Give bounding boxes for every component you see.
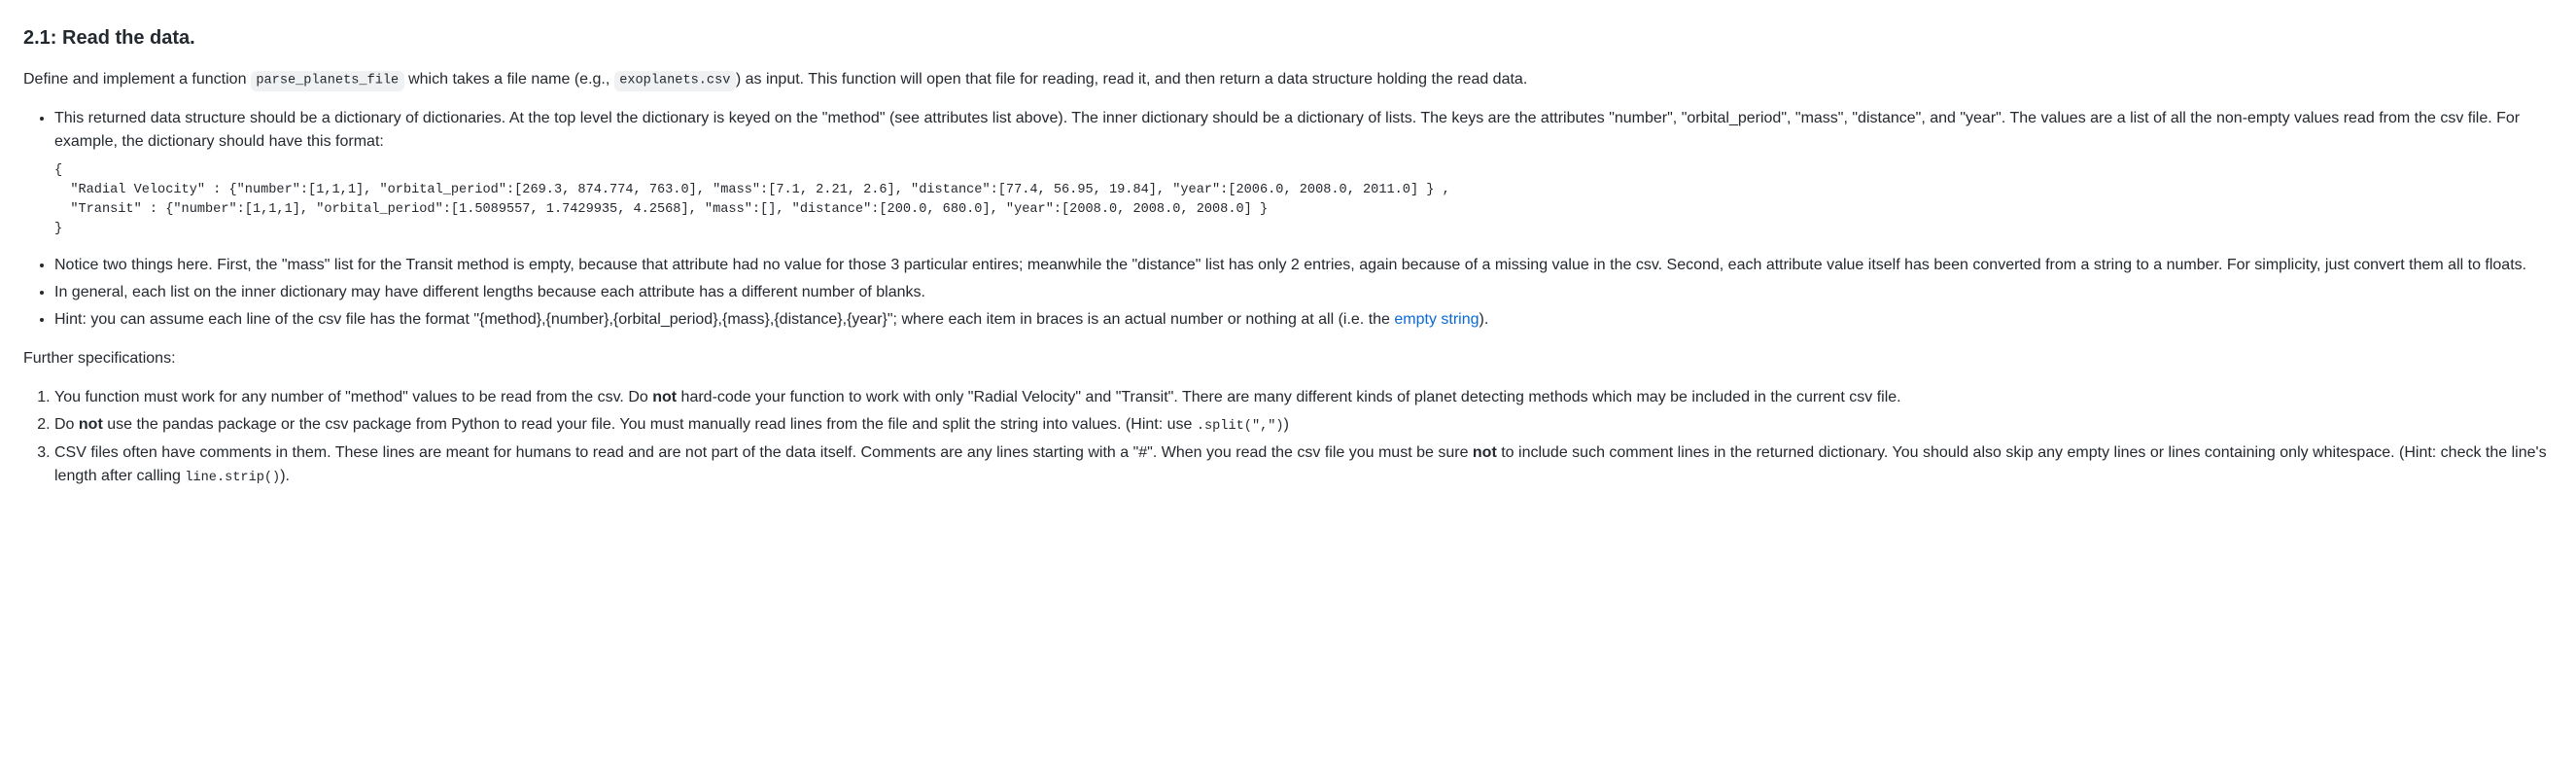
spec3-text-3: ). xyxy=(280,468,290,484)
func-name-code: parse_planets_file xyxy=(251,71,404,90)
split-code: .split(",") xyxy=(1197,419,1284,434)
spec2-bold-not: not xyxy=(79,416,103,433)
list-item: This returned data structure should be a… xyxy=(54,107,2551,238)
bullet-4-text-2: ). xyxy=(1479,311,1489,328)
spec3-bold-not: not xyxy=(1473,444,1497,461)
description-bullets: This returned data structure should be a… xyxy=(23,107,2551,332)
intro-text-2: which takes a file name (e.g., xyxy=(404,71,614,88)
list-item: You function must work for any number of… xyxy=(54,386,2551,409)
spec-ordered-list: You function must work for any number of… xyxy=(23,386,2551,488)
bullet-3-text: In general, each list on the inner dicti… xyxy=(54,284,925,300)
bullet-1-text: This returned data structure should be a… xyxy=(54,107,2551,154)
spec3-text-1: CSV files often have comments in them. T… xyxy=(54,444,1473,461)
intro-text-3: ) as input. This function will open that… xyxy=(736,71,1527,88)
spec2-text-1: Do xyxy=(54,416,79,433)
further-spec-label: Further specifications: xyxy=(23,347,2551,370)
list-item: Hint: you can assume each line of the cs… xyxy=(54,308,2551,332)
list-item: Do not use the pandas package or the csv… xyxy=(54,413,2551,437)
strip-code: line.strip() xyxy=(185,471,280,485)
bullet-2-text: Notice two things here. First, the "mass… xyxy=(54,257,2526,273)
example-code-block: { "Radial Velocity" : {"number":[1,1,1],… xyxy=(54,161,2551,238)
empty-string-link[interactable]: empty string xyxy=(1394,311,1479,328)
intro-text-1: Define and implement a function xyxy=(23,71,251,88)
section-heading: 2.1: Read the data. xyxy=(23,23,2551,53)
spec1-text-1: You function must work for any number of… xyxy=(54,389,652,405)
spec2-text-2: use the pandas package or the csv packag… xyxy=(103,416,1197,433)
bullet-4-text-1: Hint: you can assume each line of the cs… xyxy=(54,311,1394,328)
list-item: In general, each list on the inner dicti… xyxy=(54,281,2551,304)
spec1-bold-not: not xyxy=(652,389,677,405)
spec1-text-2: hard-code your function to work with onl… xyxy=(677,389,1901,405)
spec2-text-3: ) xyxy=(1284,416,1289,433)
intro-paragraph: Define and implement a function parse_pl… xyxy=(23,68,2551,91)
list-item: Notice two things here. First, the "mass… xyxy=(54,254,2551,277)
filename-code: exoplanets.csv xyxy=(614,71,736,90)
list-item: CSV files often have comments in them. T… xyxy=(54,441,2551,488)
